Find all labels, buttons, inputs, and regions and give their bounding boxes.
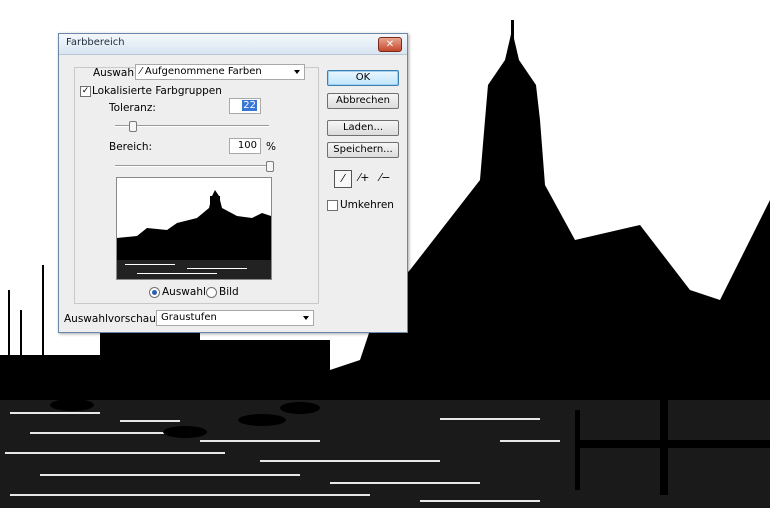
selection-dropdown[interactable]: ⁄ Aufgenommene Farben bbox=[135, 64, 305, 80]
preview-image-label: Bild bbox=[219, 286, 239, 298]
invert-label: Umkehren bbox=[340, 199, 394, 211]
preview-mode-value: Graustufen bbox=[161, 312, 217, 323]
range-value: 100 bbox=[237, 140, 257, 151]
selection-value: Aufgenommene Farben bbox=[144, 66, 262, 77]
localized-groups-checkbox[interactable]: ✓ bbox=[80, 86, 91, 97]
range-input[interactable]: 100 bbox=[229, 138, 261, 154]
color-range-dialog: Farbbereich ✕ Auswahl: ⁄ Aufgenommene Fa… bbox=[58, 33, 408, 333]
invert-checkbox[interactable] bbox=[327, 200, 338, 211]
chevron-down-icon bbox=[294, 70, 300, 74]
eyedropper-icon[interactable]: ⁄ bbox=[334, 170, 352, 188]
ok-button[interactable]: OK bbox=[327, 70, 399, 86]
cancel-button[interactable]: Abbrechen bbox=[327, 93, 399, 109]
range-slider[interactable] bbox=[266, 161, 274, 172]
check-icon: ✓ bbox=[81, 86, 90, 96]
tolerance-input[interactable]: 22 bbox=[229, 98, 261, 114]
preview-selection-radio[interactable] bbox=[149, 287, 160, 298]
preview-image-radio[interactable] bbox=[206, 287, 217, 298]
load-button[interactable]: Laden... bbox=[327, 120, 399, 136]
eyedropper-plus-icon[interactable]: ⁄+ bbox=[355, 170, 373, 188]
tolerance-value: 22 bbox=[242, 100, 257, 111]
localized-groups-label: Lokalisierte Farbgruppen bbox=[92, 85, 222, 97]
eyedropper-icon: ⁄ bbox=[140, 66, 142, 77]
preview-image bbox=[116, 177, 272, 280]
dialog-title: Farbbereich bbox=[66, 37, 125, 48]
title-bar: Farbbereich ✕ bbox=[59, 34, 407, 55]
selection-label: Auswahl: bbox=[93, 67, 141, 79]
chevron-down-icon bbox=[303, 316, 309, 320]
preview-mode-dropdown[interactable]: Graustufen bbox=[156, 310, 314, 326]
close-button[interactable]: ✕ bbox=[378, 37, 402, 52]
range-unit: % bbox=[266, 141, 276, 153]
tolerance-track bbox=[115, 125, 269, 127]
eyedropper-minus-icon[interactable]: ⁄− bbox=[376, 170, 394, 188]
tolerance-label: Toleranz: bbox=[109, 102, 156, 114]
tolerance-slider[interactable] bbox=[129, 121, 137, 132]
save-button[interactable]: Speichern... bbox=[327, 142, 399, 158]
range-track bbox=[115, 165, 269, 167]
preview-selection-label: Auswahl bbox=[162, 286, 206, 298]
range-label: Bereich: bbox=[109, 141, 153, 153]
preview-mode-label: Auswahlvorschau: bbox=[64, 313, 160, 325]
